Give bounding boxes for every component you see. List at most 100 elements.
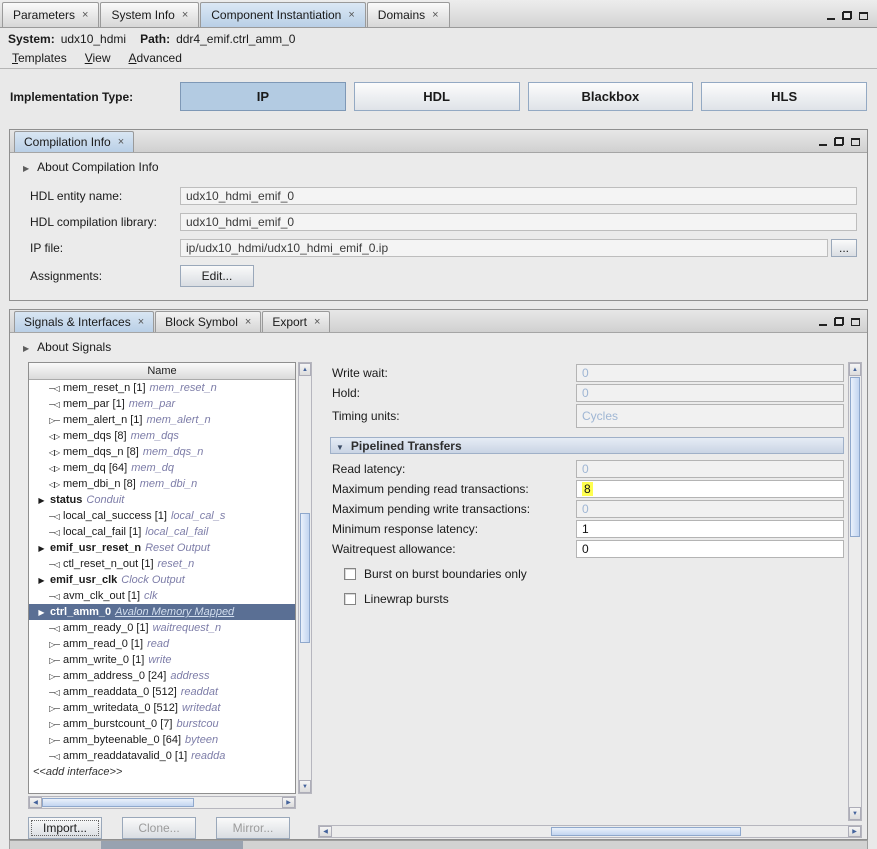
implementation-type-button[interactable]: Blackbox [528,82,694,111]
add-interface-item[interactable]: <<add interface>> [29,764,295,780]
editor-tab[interactable]: Parameters [2,2,99,27]
tree-item[interactable]: ▷─ amm_read_0 [1] read [29,636,295,652]
about-compilation-info-toggle[interactable]: About Compilation Info [10,153,867,179]
close-icon[interactable] [182,10,188,21]
checkbox[interactable] [344,568,356,580]
tree-action-button[interactable]: Mirror... [216,817,290,839]
browse-button[interactable]: ... [831,239,857,257]
close-icon[interactable] [138,317,144,328]
collapsed-arrow-icon [23,340,29,354]
tree-item[interactable]: ▷─ amm_write_0 [1] write [29,652,295,668]
close-icon[interactable] [314,317,320,328]
property-field[interactable]: 0 [576,364,844,382]
scroll-right-icon[interactable] [848,826,861,837]
panel-tab[interactable]: Export [262,311,330,332]
maximize-icon[interactable] [859,12,868,20]
scroll-up-icon[interactable] [299,363,311,376]
input-port-icon: ▷─ [45,672,63,681]
tree-action-button[interactable]: Clone... [122,817,196,839]
float-icon[interactable] [834,137,844,146]
tree-item[interactable]: ▷─ mem_alert_n [1] mem_alert_n [29,412,295,428]
editor-tab-label: Parameters [13,8,75,22]
tree-item[interactable]: ─◁ amm_ready_0 [1] waitrequest_n [29,620,295,636]
tree-item[interactable]: ▷─ amm_address_0 [24] address [29,668,295,684]
scroll-left-icon[interactable] [319,826,332,837]
tree-item[interactable]: ▶ emif_usr_clk Clock Output [29,572,295,588]
button-label: Import... [43,821,87,835]
property-field[interactable]: 0 [576,460,844,478]
property-field[interactable]: Cycles [576,404,844,428]
scroll-down-icon[interactable] [849,807,861,820]
text-field[interactable]: udx10_hdmi_emif_0 [180,213,857,231]
minimize-icon[interactable] [819,138,827,146]
minimize-icon[interactable] [819,318,827,326]
close-icon[interactable] [432,10,438,21]
tree-name-column-header[interactable]: Name [29,363,295,380]
ip-file-field[interactable]: ip/udx10_hdmi/udx10_hdmi_emif_0.ip [180,239,828,257]
implementation-type-button[interactable]: IP [180,82,346,111]
tree-item[interactable]: ─◁ mem_reset_n [1] mem_reset_n [29,380,295,396]
tree-action-button[interactable]: Import... [28,817,102,839]
tree-item[interactable]: ▶ ctrl_amm_0 Avalon Memory Mapped [29,604,295,620]
tree-item[interactable]: ▷─ amm_byteenable_0 [64] byteen [29,732,295,748]
scroll-right-icon[interactable] [282,797,295,808]
close-icon[interactable] [245,317,251,328]
properties-horizontal-scrollbar[interactable] [318,825,862,838]
panel-tab[interactable]: Signals & Interfaces [14,311,154,332]
property-field[interactable]: 0 [576,540,844,558]
edit-assignments-button[interactable]: Edit... [180,265,254,287]
maximize-icon[interactable] [851,318,860,326]
editor-tab[interactable]: Domains [367,2,450,27]
panel-tab[interactable]: Block Symbol [155,311,261,332]
editor-tab[interactable]: System Info [100,2,199,27]
tree-item[interactable]: ─◁ amm_readdata_0 [512] readdat [29,684,295,700]
property-field[interactable]: 8 [576,480,844,498]
maximize-icon[interactable] [851,138,860,146]
tree-item[interactable]: ─◁ amm_readdatavalid_0 [1] readda [29,748,295,764]
tree-item[interactable]: ▶ status Conduit [29,492,295,508]
collapsed-panel-tab[interactable] [101,841,243,849]
tree-vertical-scrollbar[interactable] [298,362,312,794]
tab-compilation-info[interactable]: Compilation Info [14,131,134,152]
tree-item[interactable]: ▷─ amm_burstcount_0 [7] burstcou [29,716,295,732]
float-icon[interactable] [842,11,852,20]
property-field[interactable]: 0 [576,500,844,518]
tree-item[interactable]: ▶ emif_usr_reset_n Reset Output [29,540,295,556]
tree-horizontal-scrollbar[interactable] [28,796,296,809]
scroll-down-icon[interactable] [299,780,311,793]
implementation-type-button[interactable]: HDL [354,82,520,111]
scrollbar-thumb[interactable] [850,377,860,537]
pipelined-transfers-section-header[interactable]: Pipelined Transfers [330,437,844,454]
close-icon[interactable] [348,10,354,21]
scrollbar-thumb[interactable] [42,798,194,807]
tree-item[interactable]: ◁▷ mem_dq [64] mem_dq [29,460,295,476]
scrollbar-thumb[interactable] [300,513,310,643]
scroll-left-icon[interactable] [29,797,42,808]
tree-item[interactable]: ─◁ ctl_reset_n_out [1] reset_n [29,556,295,572]
tree-item[interactable]: ◁▷ mem_dqs_n [8] mem_dqs_n [29,444,295,460]
close-icon[interactable] [118,137,124,148]
scroll-up-icon[interactable] [849,363,861,376]
tree-item[interactable]: ─◁ local_cal_fail [1] local_cal_fail [29,524,295,540]
menu-item[interactable]: Advanced [121,49,190,67]
about-signals-toggle[interactable]: About Signals [10,333,867,359]
property-field[interactable]: 1 [576,520,844,538]
property-field[interactable]: 0 [576,384,844,402]
checkbox[interactable] [344,593,356,605]
properties-vertical-scrollbar[interactable] [848,362,862,821]
implementation-type-button[interactable]: HLS [701,82,867,111]
menu-item[interactable]: View [77,49,119,67]
tree-item[interactable]: ─◁ mem_par [1] mem_par [29,396,295,412]
tree-item[interactable]: ◁▷ mem_dqs [8] mem_dqs [29,428,295,444]
editor-tab[interactable]: Component Instantiation [200,2,366,27]
tree-item[interactable]: ◁▷ mem_dbi_n [8] mem_dbi_n [29,476,295,492]
text-field[interactable]: udx10_hdmi_emif_0 [180,187,857,205]
minimize-icon[interactable] [827,12,835,20]
menu-item[interactable]: Templates [4,49,75,67]
tree-item[interactable]: ─◁ local_cal_success [1] local_cal_s [29,508,295,524]
tree-item[interactable]: ▷─ amm_writedata_0 [512] writedat [29,700,295,716]
tree-item[interactable]: ─◁ avm_clk_out [1] clk [29,588,295,604]
close-icon[interactable] [82,10,88,21]
scrollbar-thumb[interactable] [551,827,741,836]
float-icon[interactable] [834,317,844,326]
